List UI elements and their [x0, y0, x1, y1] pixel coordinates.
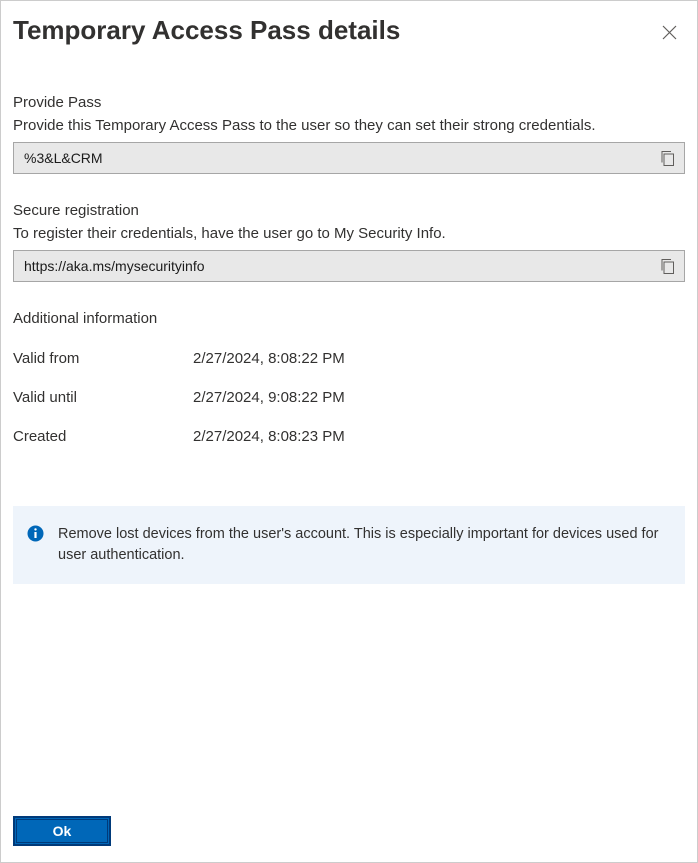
secure-registration-title: Secure registration [13, 202, 685, 219]
provide-pass-title: Provide Pass [13, 94, 685, 111]
pass-field [13, 142, 685, 174]
created-label: Created [13, 428, 193, 445]
close-icon [662, 25, 677, 40]
valid-from-value: 2/27/2024, 8:08:22 PM [193, 350, 345, 367]
valid-until-label: Valid until [13, 389, 193, 406]
alert-text: Remove lost devices from the user's acco… [58, 524, 667, 566]
info-alert: Remove lost devices from the user's acco… [13, 506, 685, 584]
created-value: 2/27/2024, 8:08:23 PM [193, 428, 345, 445]
info-row-created: Created 2/27/2024, 8:08:23 PM [13, 417, 685, 456]
valid-until-value: 2/27/2024, 9:08:22 PM [193, 389, 345, 406]
ok-button[interactable]: Ok [13, 816, 111, 846]
valid-from-label: Valid from [13, 350, 193, 367]
info-row-valid-from: Valid from 2/27/2024, 8:08:22 PM [13, 339, 685, 378]
copy-icon [660, 150, 675, 167]
copy-pass-button[interactable] [650, 143, 684, 173]
additional-info-title: Additional information [13, 310, 685, 327]
pass-input[interactable] [14, 143, 650, 173]
dialog-title: Temporary Access Pass details [13, 15, 400, 46]
url-field [13, 250, 685, 282]
url-input[interactable] [14, 251, 650, 281]
info-icon [27, 525, 44, 566]
copy-icon [660, 258, 675, 275]
copy-url-button[interactable] [650, 251, 684, 281]
close-button[interactable] [658, 21, 681, 44]
info-row-valid-until: Valid until 2/27/2024, 9:08:22 PM [13, 378, 685, 417]
secure-registration-desc: To register their credentials, have the … [13, 225, 685, 242]
provide-pass-desc: Provide this Temporary Access Pass to th… [13, 117, 685, 134]
